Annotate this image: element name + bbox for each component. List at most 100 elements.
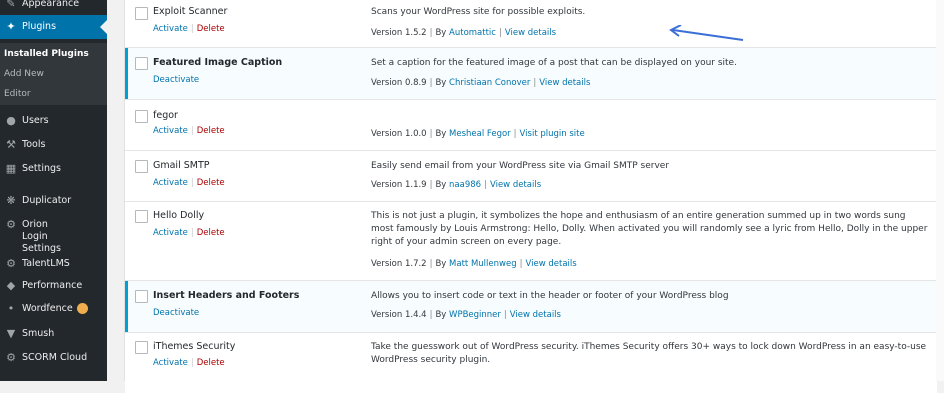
- plugin-checkbox[interactable]: [135, 110, 148, 123]
- view-details-link[interactable]: View details: [539, 78, 590, 88]
- plugin-actions: Deactivate: [153, 308, 199, 318]
- author-link[interactable]: Matt Mullenweg: [449, 259, 517, 269]
- plugin-checkbox[interactable]: [135, 210, 148, 223]
- sidebar-item-label: Plugins: [22, 21, 57, 32]
- smush-icon: ▼: [6, 327, 16, 340]
- sidebar-item-duplicator[interactable]: ❋ Duplicator: [0, 195, 107, 207]
- plugin-version: Version 1.1.9: [371, 180, 427, 190]
- activate-link[interactable]: Activate: [153, 358, 188, 368]
- annotation-arrow-icon: [669, 25, 744, 41]
- submenu-editor[interactable]: Editor: [4, 89, 31, 99]
- visit-plugin-site-link[interactable]: Visit plugin site: [520, 129, 585, 139]
- plugin-description: This is not just a plugin, it symbolizes…: [371, 211, 928, 247]
- sidebar-item-settings[interactable]: ▦ Settings: [0, 163, 107, 175]
- plugin-version: Version 1.7.2: [371, 259, 427, 269]
- active-indicator: [125, 281, 128, 332]
- author-link[interactable]: WPBeginner: [449, 310, 501, 320]
- sidebar-item-scorm-cloud[interactable]: ⚙ SCORM Cloud: [0, 352, 107, 364]
- view-details-link[interactable]: View details: [505, 28, 556, 38]
- plugin-row-hello-dolly: Hello Dolly Activate | Delete This is not …: [125, 202, 937, 281]
- plugin-actions: Activate | Delete: [153, 358, 225, 368]
- submenu-installed-plugins[interactable]: Installed Plugins: [4, 49, 89, 59]
- author-link[interactable]: naa986: [449, 180, 481, 190]
- plugin-version: Version 1.0.0: [371, 129, 427, 139]
- delete-link[interactable]: Delete: [197, 24, 225, 34]
- plugin-meta: Version 1.0.0 | By Mesheal Fegor | Visit plu…: [371, 129, 585, 139]
- sidebar-item-label: Performance: [22, 280, 83, 291]
- activate-link[interactable]: Activate: [153, 24, 188, 34]
- view-details-link[interactable]: View details: [490, 180, 541, 190]
- plugin-checkbox[interactable]: [135, 341, 148, 354]
- page-scrollbar[interactable]: [936, 0, 944, 381]
- author-link[interactable]: Automattic: [449, 28, 496, 38]
- plugin-description: Take the guesswork out of WordPress secu…: [371, 342, 927, 365]
- sidebar-item-plugins[interactable]: ✦ Plugins: [0, 15, 107, 39]
- activate-link[interactable]: Activate: [153, 228, 188, 238]
- sidebar-item-label: Duplicator: [22, 195, 72, 206]
- plugin-description: Scans your WordPress site for possible e…: [371, 7, 586, 17]
- sidebar-item-smush[interactable]: ▼ Smush: [0, 328, 107, 340]
- sidebar-item-label: SCORM Cloud: [22, 352, 88, 363]
- author-link[interactable]: Mesheal Fegor: [449, 129, 511, 139]
- plugin-actions: Activate | Delete: [153, 24, 225, 34]
- paintbrush-icon: ✎: [6, 0, 16, 10]
- plugin-checkbox[interactable]: [135, 290, 148, 303]
- plugin-checkbox[interactable]: [135, 160, 148, 173]
- plugin-description: Allows you to insert code or text in the…: [371, 291, 729, 301]
- sidebar-item-wordfence[interactable]: • Wordfence: [0, 303, 107, 315]
- deactivate-link[interactable]: Deactivate: [153, 75, 199, 85]
- delete-link[interactable]: Delete: [197, 126, 225, 136]
- plugin-checkbox[interactable]: [135, 7, 148, 20]
- plug-icon: ✦: [6, 20, 16, 33]
- plugin-name: Insert Headers and Footers: [153, 290, 300, 301]
- sidebar-item-tools[interactable]: ⚒ Tools: [0, 139, 107, 151]
- plugin-version: Version 1.5.2: [371, 28, 427, 38]
- plugin-meta: Version 0.8.9 | By Christiaan Conover | View…: [371, 78, 591, 88]
- gear-icon: ⚙: [6, 257, 16, 270]
- author-link[interactable]: Christiaan Conover: [449, 78, 530, 88]
- plugin-description: Set a caption for the featured image of …: [371, 58, 737, 68]
- by-label: By: [435, 259, 447, 269]
- plugin-version: Version 0.8.9: [371, 78, 427, 88]
- plugin-name: Exploit Scanner: [153, 6, 228, 17]
- wrench-icon: ⚒: [6, 138, 16, 151]
- sidebar-item-label: Tools: [22, 139, 46, 150]
- plugin-name: fegor: [153, 110, 178, 121]
- sidebar-item-talentlms[interactable]: ⚙ TalentLMS: [0, 258, 107, 270]
- sidebar-item-users[interactable]: ● Users: [0, 115, 107, 127]
- plugin-version: Version 1.4.4: [371, 310, 427, 320]
- sidebar-item-label: Users: [22, 115, 49, 126]
- admin-sidebar: ✎ Appearance ✦ Plugins Installed Plugins…: [0, 0, 107, 381]
- plugin-actions: Deactivate: [153, 75, 199, 85]
- gear-icon: ⚙: [6, 218, 16, 231]
- plugin-row-fegor: fegor Activate | Delete Version 1.0.0 | By M…: [125, 100, 937, 151]
- active-indicator: [125, 48, 128, 99]
- sidebar-item-performance[interactable]: ◆ Performance: [0, 280, 107, 292]
- deactivate-link[interactable]: Deactivate: [153, 308, 199, 318]
- view-details-link[interactable]: View details: [510, 310, 561, 320]
- delete-link[interactable]: Delete: [197, 358, 225, 368]
- delete-link[interactable]: Delete: [197, 228, 225, 238]
- sidebar-item-label: Smush: [22, 328, 55, 339]
- sidebar-item-label: Appearance: [22, 0, 80, 9]
- activate-link[interactable]: Activate: [153, 178, 188, 188]
- sidebar-item-orion-login-settings[interactable]: ⚙ Orion Login Settings: [0, 219, 80, 255]
- notification-badge: [76, 303, 88, 314]
- plugin-name: Featured Image Caption: [153, 57, 283, 68]
- wordfence-icon: •: [7, 302, 15, 315]
- by-label: By: [435, 28, 447, 38]
- by-label: By: [435, 129, 447, 139]
- plugin-actions: Activate | Delete: [153, 126, 225, 136]
- plugin-name: Hello Dolly: [153, 210, 205, 221]
- plugins-list-table: Exploit Scanner Activate | Delete Scans yo…: [124, 0, 938, 393]
- plugin-row-gmail-smtp: Gmail SMTP Activate | Delete Easily send e…: [125, 151, 937, 202]
- view-details-link[interactable]: View details: [525, 259, 576, 269]
- plugin-meta: Version 1.1.9 | By naa986 | View details: [371, 180, 542, 190]
- plugin-meta: Version 1.4.4 | By WPBeginner | View details: [371, 310, 561, 320]
- by-label: By: [435, 180, 447, 190]
- submenu-add-new[interactable]: Add New: [4, 69, 44, 79]
- activate-link[interactable]: Activate: [153, 126, 188, 136]
- sidebar-item-appearance[interactable]: ✎ Appearance: [0, 0, 107, 10]
- delete-link[interactable]: Delete: [197, 178, 225, 188]
- plugin-checkbox[interactable]: [135, 57, 148, 70]
